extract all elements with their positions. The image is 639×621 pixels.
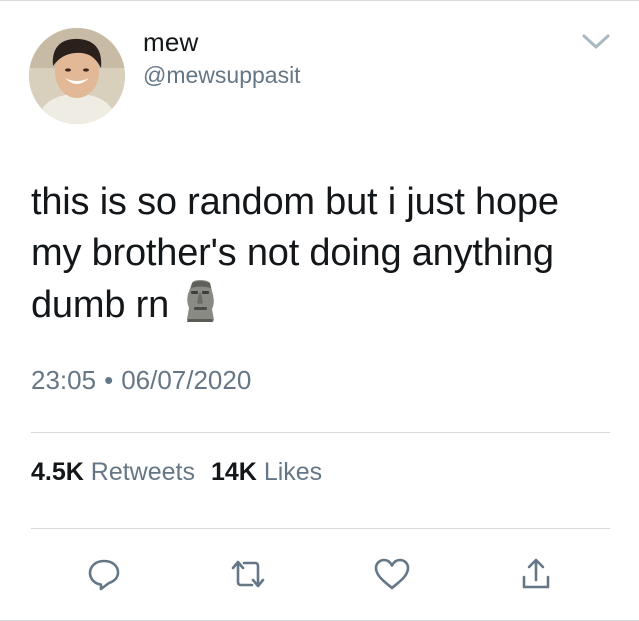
divider-top	[31, 432, 610, 433]
tweet-date: 06/07/2020	[121, 365, 252, 395]
likes-count: 14K	[210, 458, 257, 486]
tweet-body: this is so random but i just hope my bro…	[31, 177, 601, 331]
retweet-icon[interactable]	[228, 554, 268, 594]
like-icon[interactable]	[372, 554, 412, 594]
avatar[interactable]	[29, 28, 125, 124]
moai-emoji-icon	[183, 279, 217, 323]
tweet-timestamp[interactable]: 23:05 • 06/07/2020	[31, 365, 251, 396]
retweets-stat[interactable]: 4.5K Retweets	[31, 458, 195, 486]
retweets-label: Retweets	[90, 458, 195, 486]
user-handle[interactable]: @mewsuppasit	[143, 62, 301, 89]
engagement-stats: 4.5K Retweets 14K Likes	[31, 458, 322, 487]
likes-label: Likes	[263, 458, 323, 486]
reply-icon[interactable]	[84, 554, 124, 594]
retweets-count: 4.5K	[31, 458, 84, 486]
display-name[interactable]: mew	[143, 27, 199, 58]
likes-stat[interactable]: 14K Likes	[211, 458, 322, 486]
tweet-text: this is so random but i just hope my bro…	[31, 181, 559, 326]
share-icon[interactable]	[516, 554, 556, 594]
tweet-card: mew @mewsuppasit this is so random but i…	[0, 0, 639, 621]
tweet-time: 23:05	[31, 365, 97, 395]
avatar-photo	[29, 28, 125, 124]
timestamp-separator: •	[104, 365, 114, 395]
chevron-down-icon[interactable]	[580, 31, 612, 53]
divider-bottom	[31, 528, 610, 529]
